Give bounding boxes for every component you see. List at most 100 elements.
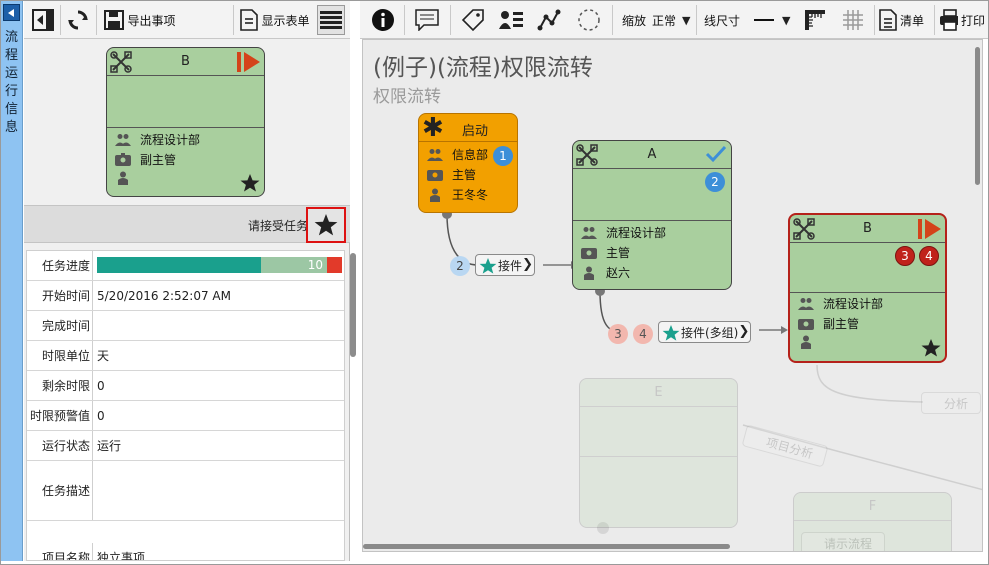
chevron-down-icon: ▼ <box>782 13 791 27</box>
node-start-person-text: 王冬冬 <box>452 188 489 202</box>
collapse-icon[interactable] <box>3 4 20 21</box>
tag-icon <box>461 9 484 32</box>
tag-button[interactable] <box>458 5 488 35</box>
prop-state-label: 运行状态 <box>27 431 93 460</box>
star-icon <box>662 325 680 341</box>
print-label: 打印 <box>960 13 985 28</box>
node-start[interactable]: ✱ 启动 信息部 主管 王冬冬 1 <box>418 113 518 213</box>
prop-remaining-value: 0 <box>97 378 105 393</box>
id-card-icon <box>427 168 443 182</box>
ghost-link-analysis: 分析 <box>921 392 982 414</box>
link1-label: 接件 <box>498 258 523 273</box>
accept-task-label: 请接受任务 <box>247 219 308 233</box>
line-connect-icon <box>537 9 561 31</box>
preview-node-b[interactable]: B 流程设计部 副主管 <box>106 47 265 197</box>
grid-button[interactable] <box>838 5 868 35</box>
save-icon <box>104 10 125 30</box>
left-panel: 导出事项 显示表单 B 流程设计部 副主管 请接受任务 任务进度 10 开始时间… <box>24 1 350 561</box>
select-area-button[interactable] <box>574 5 604 35</box>
link2-label: 接件(多组) <box>681 325 739 340</box>
refresh-button[interactable] <box>64 5 92 35</box>
comment-button[interactable] <box>412 5 442 35</box>
list-view-button[interactable] <box>317 5 345 35</box>
node-a-person-text: 赵六 <box>606 266 631 280</box>
star-icon <box>314 214 338 236</box>
prop-row-remaining: 剩余时限 0 <box>27 371 344 401</box>
workflow-canvas[interactable]: (例子)(流程)权限流转 权限流转 ✱ 启动 信息部 主管 王冬冬 1 A 2 … <box>362 39 983 552</box>
node-preview: B 流程设计部 副主管 <box>24 39 350 205</box>
task-progress-fill <box>97 257 262 273</box>
preview-node-department-text: 流程设计部 <box>140 133 201 147</box>
zoom-value: 正常 <box>652 13 677 28</box>
node-start-title: 启动 <box>461 124 488 139</box>
refresh-icon <box>68 10 88 30</box>
chevron-down-icon: ▼ <box>682 13 691 27</box>
ghost-node-f-title: F <box>868 499 877 514</box>
node-b-role: 副主管 <box>798 315 859 332</box>
node-a-role: 主管 <box>581 244 630 261</box>
document-icon <box>240 9 259 31</box>
connect-button[interactable] <box>534 5 564 35</box>
prop-warning-value: 0 <box>97 408 105 423</box>
prop-progress-label: 任务进度 <box>27 251 93 280</box>
group-icon <box>581 226 597 240</box>
prop-row-warning: 时限预警值 0 <box>27 401 344 431</box>
prop-time-unit-label: 时限单位 <box>27 341 93 370</box>
show-form-label: 显示表单 <box>261 13 310 28</box>
print-button[interactable]: 打印 <box>938 5 986 35</box>
node-a-department: 流程设计部 <box>581 224 666 241</box>
preview-node-department: 流程设计部 <box>115 131 200 148</box>
star-icon <box>240 174 260 192</box>
prop-row-description: 任务描述 <box>27 461 344 521</box>
node-start-role: 主管 <box>427 166 476 183</box>
prop-item-name-label: 项目名称 <box>27 543 93 560</box>
line-size-dropdown[interactable]: 线尺寸 ▼ <box>700 5 792 35</box>
link2-accept-multi[interactable]: 接件(多组) ❯ <box>658 321 752 343</box>
person-icon <box>115 171 131 185</box>
process-info-tab-label: 流程运行信息 <box>5 30 19 135</box>
ruler-button[interactable] <box>800 5 830 35</box>
node-a[interactable]: A 2 流程设计部 主管 赵六 <box>572 140 732 290</box>
show-form-button[interactable]: 显示表单 <box>237 5 313 35</box>
prop-row-time-unit: 时限单位 天 <box>27 341 344 371</box>
print-icon <box>940 9 958 31</box>
prop-finish-time-label: 完成时间 <box>27 311 93 340</box>
prop-row-progress: 任务进度 10 <box>27 251 344 281</box>
chevron-right-icon: ❯ <box>522 257 534 272</box>
dashed-circle-icon <box>578 9 600 31</box>
link1-accept[interactable]: 接件 ❯ <box>475 254 536 276</box>
user-list-button[interactable] <box>496 5 526 35</box>
group-icon <box>115 133 131 147</box>
id-card-icon <box>115 153 131 167</box>
node-start-person: 王冬冬 <box>427 186 488 203</box>
link2-badge-3: 3 <box>608 324 628 344</box>
zoom-dropdown[interactable]: 缩放 正常 ▼ <box>618 5 698 35</box>
grid-icon <box>843 10 863 30</box>
ghost-link-request-flow-label: 请示流程 <box>824 536 873 551</box>
properties-scrollbar[interactable] <box>350 253 356 357</box>
chevron-right-icon: ❯ <box>738 324 750 339</box>
ghost-node-e-title: E <box>654 385 663 400</box>
group-icon <box>798 297 814 311</box>
node-b[interactable]: B 3 4 流程设计部 副主管 <box>788 213 947 363</box>
user-list-icon <box>499 11 523 29</box>
info-button[interactable] <box>368 5 398 35</box>
list-button[interactable]: 清单 <box>878 5 930 35</box>
link1-badge: 2 <box>450 256 470 276</box>
person-icon <box>581 266 597 280</box>
canvas-vertical-scrollbar[interactable] <box>975 47 980 185</box>
node-a-person: 赵六 <box>581 264 630 281</box>
prop-item-name-value: 独立事项 <box>97 551 146 561</box>
node-start-department-text: 信息部 <box>452 148 489 162</box>
ghost-node-e: E <box>579 378 738 528</box>
canvas-horizontal-scrollbar[interactable] <box>363 544 730 549</box>
process-info-tab[interactable]: 流程运行信息 <box>1 1 23 561</box>
accept-task-button[interactable] <box>306 207 346 243</box>
export-items-button[interactable]: 导出事项 <box>100 5 180 35</box>
info-icon <box>372 9 394 31</box>
prop-row-start-time: 开始时间 5/20/2016 2:52:07 AM <box>27 281 344 311</box>
node-b-badge-4: 4 <box>919 246 939 266</box>
back-button[interactable] <box>30 5 56 35</box>
id-card-icon <box>581 246 597 260</box>
person-icon <box>798 335 814 349</box>
